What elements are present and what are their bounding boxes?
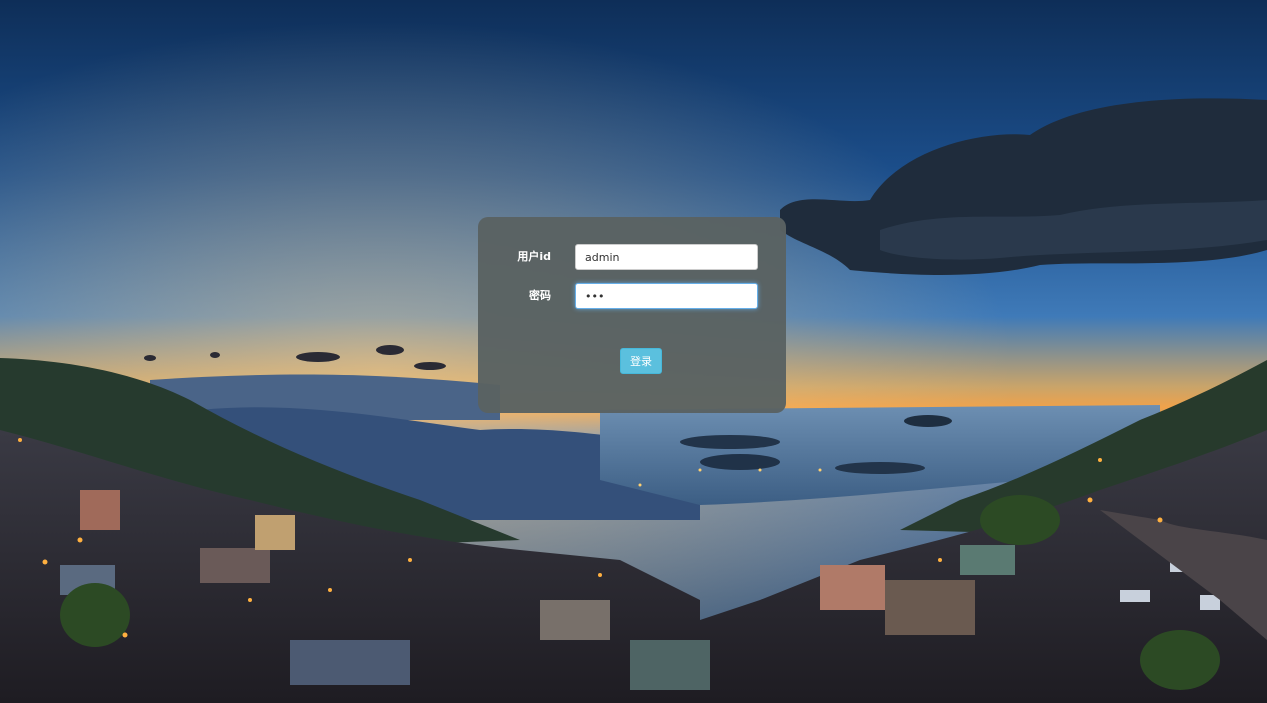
password-row: 密码 — [478, 283, 786, 309]
password-input[interactable] — [575, 283, 758, 309]
login-panel: 用户id 密码 登录 — [478, 217, 786, 413]
userid-input[interactable] — [575, 244, 758, 270]
password-label: 密码 — [529, 289, 551, 302]
userid-label: 用户id — [517, 250, 551, 263]
login-button[interactable]: 登录 — [620, 348, 662, 374]
userid-row: 用户id — [478, 244, 786, 270]
